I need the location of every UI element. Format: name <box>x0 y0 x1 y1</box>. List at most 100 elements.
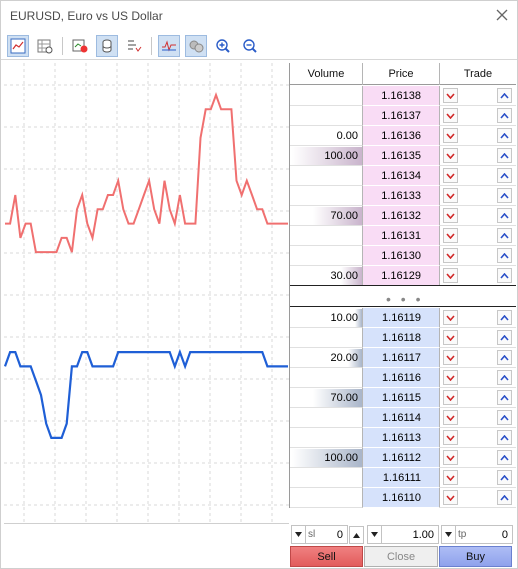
volume-value: 100.00 <box>324 150 358 162</box>
buy-at-price-icon[interactable] <box>497 330 512 345</box>
sell-at-price-icon[interactable] <box>443 470 458 485</box>
trade-cell <box>440 166 516 186</box>
ask-price-line <box>5 92 288 254</box>
sell-at-price-icon[interactable] <box>443 128 458 143</box>
buy-at-price-icon[interactable] <box>497 108 512 123</box>
zoom-in-icon[interactable] <box>212 35 234 57</box>
trade-cell <box>440 86 516 106</box>
buy-at-price-icon[interactable] <box>497 128 512 143</box>
buy-at-price-icon[interactable] <box>497 148 512 163</box>
buy-at-price-icon[interactable] <box>497 350 512 365</box>
trade-cell <box>440 328 516 348</box>
price-cell: 1.16136 <box>363 126 440 146</box>
sell-at-price-icon[interactable] <box>443 490 458 505</box>
sell-at-price-icon[interactable] <box>443 208 458 223</box>
buy-at-price-icon[interactable] <box>497 430 512 445</box>
zoom-out-icon[interactable] <box>239 35 261 57</box>
price-header: Price <box>363 63 440 85</box>
buy-at-price-icon[interactable] <box>497 490 512 505</box>
volume-cell <box>290 166 363 186</box>
volume-cell <box>290 468 363 488</box>
one-click-trading-icon[interactable] <box>69 35 91 57</box>
sl-value[interactable]: 0 <box>316 529 347 541</box>
buy-button[interactable]: Buy <box>439 546 512 567</box>
sell-at-price-icon[interactable] <box>443 410 458 425</box>
sell-at-price-icon[interactable] <box>443 330 458 345</box>
buy-at-price-icon[interactable] <box>497 410 512 425</box>
buy-at-price-icon[interactable] <box>497 370 512 385</box>
table-mode-icon[interactable] <box>34 35 56 57</box>
sell-button[interactable]: Sell <box>290 546 363 567</box>
volume-spinner[interactable]: 1.00 <box>367 525 439 544</box>
ask-row: 0.00 1.16136 <box>290 126 516 146</box>
price-cell: 1.16115 <box>363 388 440 408</box>
close-icon[interactable] <box>495 8 509 22</box>
trade-cell <box>440 408 516 428</box>
sl-up-icon[interactable] <box>349 526 364 544</box>
title-bar: EURUSD, Euro vs US Dollar <box>1 1 517 31</box>
sell-at-price-icon[interactable] <box>443 188 458 203</box>
price-cell: 1.16133 <box>363 186 440 206</box>
chart-mode-icon[interactable] <box>7 35 29 57</box>
tp-spinner[interactable]: tp 0 <box>441 525 513 544</box>
volume-cell <box>290 86 363 106</box>
trade-header: Trade <box>463 68 493 80</box>
trade-cell <box>440 126 516 146</box>
sell-at-price-icon[interactable] <box>443 88 458 103</box>
price-cell: 1.16110 <box>363 488 440 508</box>
buy-at-price-icon[interactable] <box>497 88 512 103</box>
trade-cell <box>440 448 516 468</box>
trade-cell <box>440 468 516 488</box>
close-button[interactable]: Close <box>364 546 438 567</box>
trade-cell <box>440 348 516 368</box>
sl-down-icon[interactable] <box>292 526 306 543</box>
sell-at-price-icon[interactable] <box>443 108 458 123</box>
spread-dots: • • • <box>386 291 424 307</box>
buy-at-price-icon[interactable] <box>497 268 512 283</box>
trade-cell <box>440 368 516 388</box>
tick-chart[interactable] <box>3 63 289 523</box>
bid-price-line <box>3 348 288 439</box>
sell-at-price-icon[interactable] <box>443 390 458 405</box>
bid-row: 1.16113 <box>290 428 516 448</box>
sell-at-price-icon[interactable] <box>443 248 458 263</box>
volume-cell: 10.00 <box>290 308 363 328</box>
sell-at-price-icon[interactable] <box>443 430 458 445</box>
volume-value[interactable]: 1.00 <box>382 529 438 541</box>
sell-at-price-icon[interactable] <box>443 350 458 365</box>
ask-row: 70.00 1.16132 <box>290 206 516 226</box>
buy-at-price-icon[interactable] <box>497 188 512 203</box>
ask-row: 30.00 1.16129 <box>290 266 516 286</box>
sell-at-price-icon[interactable] <box>443 370 458 385</box>
sell-at-price-icon[interactable] <box>443 228 458 243</box>
tp-down-icon[interactable] <box>442 526 456 543</box>
trade-cell <box>440 308 516 328</box>
volume-value: 0.00 <box>336 130 358 142</box>
buy-at-price-icon[interactable] <box>497 208 512 223</box>
settings-icon[interactable] <box>123 35 145 57</box>
trade-cell <box>440 488 516 508</box>
buy-at-price-icon[interactable] <box>497 390 512 405</box>
dom-header: Volume Price Trade <box>290 63 516 85</box>
buy-at-price-icon[interactable] <box>497 168 512 183</box>
buy-at-price-icon[interactable] <box>497 450 512 465</box>
price-cell: 1.16119 <box>363 308 440 328</box>
buy-at-price-icon[interactable] <box>497 310 512 325</box>
tp-value[interactable]: 0 <box>472 529 512 541</box>
volume-cell: 70.00 <box>290 388 363 408</box>
buy-at-price-icon[interactable] <box>497 228 512 243</box>
ask-row: 1.16130 <box>290 246 516 266</box>
volume-down-icon[interactable] <box>368 526 382 543</box>
buy-at-price-icon[interactable] <box>497 470 512 485</box>
sell-at-price-icon[interactable] <box>443 310 458 325</box>
sell-at-price-icon[interactable] <box>443 148 458 163</box>
volume-cell <box>290 368 363 388</box>
sl-spinner[interactable]: sl 0 <box>291 525 348 544</box>
sell-at-price-icon[interactable] <box>443 168 458 183</box>
sell-at-price-icon[interactable] <box>443 450 458 465</box>
sell-at-price-icon[interactable] <box>443 268 458 283</box>
trade-levels-icon[interactable] <box>185 35 207 57</box>
buy-at-price-icon[interactable] <box>497 248 512 263</box>
volumes-icon[interactable] <box>96 35 118 57</box>
tick-chart-icon[interactable] <box>158 35 180 57</box>
